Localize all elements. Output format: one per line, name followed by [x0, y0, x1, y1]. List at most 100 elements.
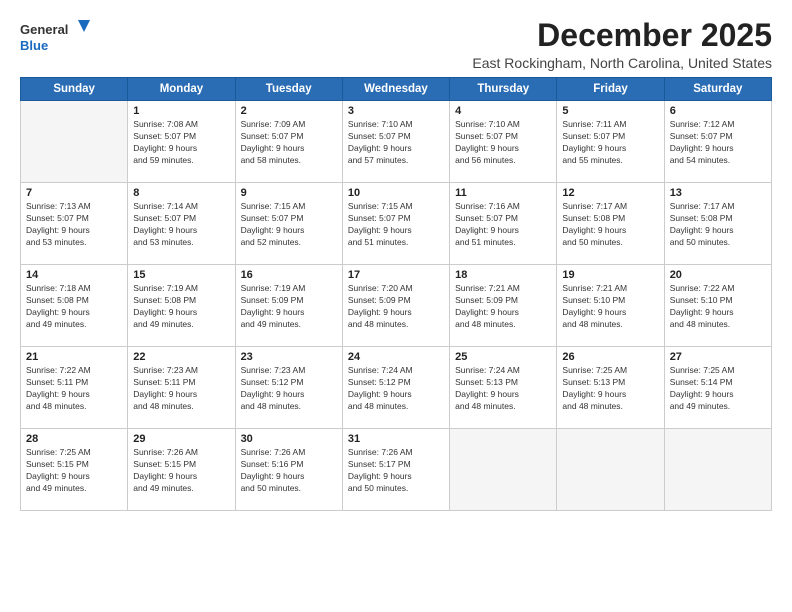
day-number: 22 [133, 351, 229, 363]
calendar-cell: 8 Sunrise: 7:14 AMSunset: 5:07 PMDaylight… [128, 183, 235, 265]
day-number: 14 [26, 269, 122, 281]
day-info: Sunrise: 7:24 AMSunset: 5:12 PMDaylight:… [348, 365, 444, 413]
calendar-cell: 14 Sunrise: 7:18 AMSunset: 5:08 PMDayligh… [21, 265, 128, 347]
day-info: Sunrise: 7:26 AMSunset: 5:17 PMDaylight:… [348, 447, 444, 495]
month-title: December 2025 [472, 18, 772, 53]
header-day-monday: Monday [128, 78, 235, 101]
title-area: December 2025 East Rockingham, North Car… [472, 18, 772, 71]
day-number: 7 [26, 187, 122, 199]
calendar-cell: 18 Sunrise: 7:21 AMSunset: 5:09 PMDayligh… [450, 265, 557, 347]
calendar-cell: 22 Sunrise: 7:23 AMSunset: 5:11 PMDayligh… [128, 347, 235, 429]
day-number: 6 [670, 105, 766, 117]
header-day-sunday: Sunday [21, 78, 128, 101]
calendar-cell: 12 Sunrise: 7:17 AMSunset: 5:08 PMDayligh… [557, 183, 664, 265]
calendar-table: SundayMondayTuesdayWednesdayThursdayFrid… [20, 77, 772, 511]
day-number: 30 [241, 433, 337, 445]
day-number: 21 [26, 351, 122, 363]
day-number: 19 [562, 269, 658, 281]
day-info: Sunrise: 7:19 AMSunset: 5:09 PMDaylight:… [241, 283, 337, 331]
day-info: Sunrise: 7:17 AMSunset: 5:08 PMDaylight:… [562, 201, 658, 249]
day-info: Sunrise: 7:16 AMSunset: 5:07 PMDaylight:… [455, 201, 551, 249]
logo: General Blue [20, 18, 90, 56]
day-number: 17 [348, 269, 444, 281]
calendar-cell [21, 101, 128, 183]
calendar-cell: 17Sunrise: 7:20 AMSunset: 5:09 PMDayligh… [342, 265, 449, 347]
calendar-cell [664, 429, 771, 511]
calendar-cell: 28 Sunrise: 7:25 AMSunset: 5:15 PMDayligh… [21, 429, 128, 511]
header: General Blue December 2025 East Rockingh… [20, 18, 772, 71]
header-day-friday: Friday [557, 78, 664, 101]
header-row: SundayMondayTuesdayWednesdayThursdayFrid… [21, 78, 772, 101]
calendar-cell: 13Sunrise: 7:17 AMSunset: 5:08 PMDayligh… [664, 183, 771, 265]
day-info: Sunrise: 7:08 AMSunset: 5:07 PMDaylight:… [133, 119, 229, 167]
calendar-cell: 16Sunrise: 7:19 AMSunset: 5:09 PMDayligh… [235, 265, 342, 347]
header-day-tuesday: Tuesday [235, 78, 342, 101]
calendar-cell: 1 Sunrise: 7:08 AMSunset: 5:07 PMDaylight… [128, 101, 235, 183]
day-info: Sunrise: 7:21 AMSunset: 5:09 PMDaylight:… [455, 283, 551, 331]
calendar-cell: 31 Sunrise: 7:26 AMSunset: 5:17 PMDayligh… [342, 429, 449, 511]
svg-text:General: General [20, 22, 68, 37]
day-number: 27 [670, 351, 766, 363]
day-number: 18 [455, 269, 551, 281]
svg-text:Blue: Blue [20, 38, 48, 53]
day-info: Sunrise: 7:19 AMSunset: 5:08 PMDaylight:… [133, 283, 229, 331]
day-number: 28 [26, 433, 122, 445]
day-info: Sunrise: 7:23 AMSunset: 5:12 PMDaylight:… [241, 365, 337, 413]
calendar-cell: 15 Sunrise: 7:19 AMSunset: 5:08 PMDayligh… [128, 265, 235, 347]
day-number: 20 [670, 269, 766, 281]
day-info: Sunrise: 7:25 AMSunset: 5:15 PMDaylight:… [26, 447, 122, 495]
day-number: 8 [133, 187, 229, 199]
day-info: Sunrise: 7:09 AMSunset: 5:07 PMDaylight:… [241, 119, 337, 167]
calendar-cell [450, 429, 557, 511]
calendar-cell: 2 Sunrise: 7:09 AMSunset: 5:07 PMDaylight… [235, 101, 342, 183]
day-number: 9 [241, 187, 337, 199]
day-info: Sunrise: 7:17 AMSunset: 5:08 PMDaylight:… [670, 201, 766, 249]
day-number: 15 [133, 269, 229, 281]
day-number: 11 [455, 187, 551, 199]
week-row-4: 21Sunrise: 7:22 AMSunset: 5:11 PMDayligh… [21, 347, 772, 429]
week-row-3: 14 Sunrise: 7:18 AMSunset: 5:08 PMDayligh… [21, 265, 772, 347]
calendar-cell: 27 Sunrise: 7:25 AMSunset: 5:14 PMDayligh… [664, 347, 771, 429]
day-number: 31 [348, 433, 444, 445]
week-row-5: 28 Sunrise: 7:25 AMSunset: 5:15 PMDayligh… [21, 429, 772, 511]
day-info: Sunrise: 7:10 AMSunset: 5:07 PMDaylight:… [348, 119, 444, 167]
day-number: 29 [133, 433, 229, 445]
day-number: 4 [455, 105, 551, 117]
day-info: Sunrise: 7:10 AMSunset: 5:07 PMDaylight:… [455, 119, 551, 167]
day-info: Sunrise: 7:22 AMSunset: 5:10 PMDaylight:… [670, 283, 766, 331]
day-number: 12 [562, 187, 658, 199]
day-info: Sunrise: 7:14 AMSunset: 5:07 PMDaylight:… [133, 201, 229, 249]
day-number: 2 [241, 105, 337, 117]
day-info: Sunrise: 7:26 AMSunset: 5:16 PMDaylight:… [241, 447, 337, 495]
calendar-cell: 7Sunrise: 7:13 AMSunset: 5:07 PMDaylight… [21, 183, 128, 265]
day-info: Sunrise: 7:25 AMSunset: 5:14 PMDaylight:… [670, 365, 766, 413]
day-info: Sunrise: 7:18 AMSunset: 5:08 PMDaylight:… [26, 283, 122, 331]
calendar-cell: 4 Sunrise: 7:10 AMSunset: 5:07 PMDaylight… [450, 101, 557, 183]
day-number: 1 [133, 105, 229, 117]
calendar-cell: 6 Sunrise: 7:12 AMSunset: 5:07 PMDaylight… [664, 101, 771, 183]
logo-svg: General Blue [20, 18, 90, 56]
calendar-cell: 20 Sunrise: 7:22 AMSunset: 5:10 PMDayligh… [664, 265, 771, 347]
day-info: Sunrise: 7:12 AMSunset: 5:07 PMDaylight:… [670, 119, 766, 167]
header-day-wednesday: Wednesday [342, 78, 449, 101]
week-row-1: 1 Sunrise: 7:08 AMSunset: 5:07 PMDaylight… [21, 101, 772, 183]
day-info: Sunrise: 7:25 AMSunset: 5:13 PMDaylight:… [562, 365, 658, 413]
calendar-cell: 19Sunrise: 7:21 AMSunset: 5:10 PMDayligh… [557, 265, 664, 347]
day-number: 10 [348, 187, 444, 199]
header-day-thursday: Thursday [450, 78, 557, 101]
calendar-page: General Blue December 2025 East Rockingh… [0, 0, 792, 612]
calendar-cell [557, 429, 664, 511]
calendar-cell: 30 Sunrise: 7:26 AMSunset: 5:16 PMDayligh… [235, 429, 342, 511]
day-info: Sunrise: 7:23 AMSunset: 5:11 PMDaylight:… [133, 365, 229, 413]
day-number: 3 [348, 105, 444, 117]
day-number: 26 [562, 351, 658, 363]
calendar-cell: 5Sunrise: 7:11 AMSunset: 5:07 PMDaylight… [557, 101, 664, 183]
calendar-cell: 21Sunrise: 7:22 AMSunset: 5:11 PMDayligh… [21, 347, 128, 429]
calendar-cell: 25Sunrise: 7:24 AMSunset: 5:13 PMDayligh… [450, 347, 557, 429]
day-info: Sunrise: 7:24 AMSunset: 5:13 PMDaylight:… [455, 365, 551, 413]
calendar-cell: 26 Sunrise: 7:25 AMSunset: 5:13 PMDayligh… [557, 347, 664, 429]
calendar-cell: 9Sunrise: 7:15 AMSunset: 5:07 PMDaylight… [235, 183, 342, 265]
day-number: 5 [562, 105, 658, 117]
day-info: Sunrise: 7:15 AMSunset: 5:07 PMDaylight:… [348, 201, 444, 249]
calendar-cell: 29Sunrise: 7:26 AMSunset: 5:15 PMDayligh… [128, 429, 235, 511]
